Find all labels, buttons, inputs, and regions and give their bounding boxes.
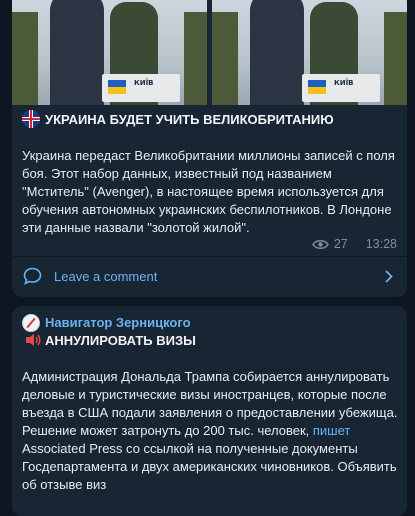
post-body: Украина передаст Великобритании миллионы… [22,148,395,235]
post-meta: 27 13:28 [311,237,397,251]
views-count: 27 [333,237,348,251]
chevron-right-icon [385,270,393,283]
photo-figure [50,0,104,105]
photo-caption: КИЇВ [134,79,154,87]
eye-icon [311,239,329,249]
channel-name[interactable]: Навигатор Зерницкого [45,315,191,330]
photo-lectern: КИЇВ [302,74,380,102]
compass-icon [22,314,40,332]
photo-figure [184,12,207,105]
post-body-text: Associated Press со ссылкой на полученны… [22,441,397,492]
post-photo[interactable]: КИЇВ [212,0,407,105]
post-card: КИЇВ КИЇВ УКРАИНА БУДЕТ УЧИТЬ ВЕЛИКОБРИТ… [12,0,407,297]
photo-figure [384,12,407,105]
comment-label: Leave a comment [54,268,158,284]
photo-figure [212,12,238,105]
source-link[interactable]: пишет [313,423,350,438]
post-photo-group[interactable]: КИЇВ КИЇВ [12,0,407,105]
photo-figure [250,0,304,105]
leave-comment-button[interactable]: Leave a comment [12,258,407,294]
comment-icon [23,267,42,285]
post-time: 13:28 [365,237,397,251]
photo-caption: КИЇВ [334,79,354,87]
post-photo[interactable]: КИЇВ [12,0,207,105]
post-title: УКРАИНА БУДЕТ УЧИТЬ ВЕЛИКОБРИТАНИЮ [45,112,334,127]
loudspeaker-icon [26,334,41,346]
photo-figure [12,12,38,105]
post-title: АННУЛИРОВАТЬ ВИЗЫ [45,333,196,348]
uk-flag-icon [22,110,40,128]
divider [12,256,407,257]
post-card: Навигатор Зерницкого АННУЛИРОВАТЬ ВИЗЫ А… [12,306,407,516]
post-body: Администрация Дональда Трампа собирается… [22,368,402,494]
photo-lectern: КИЇВ [102,74,180,102]
